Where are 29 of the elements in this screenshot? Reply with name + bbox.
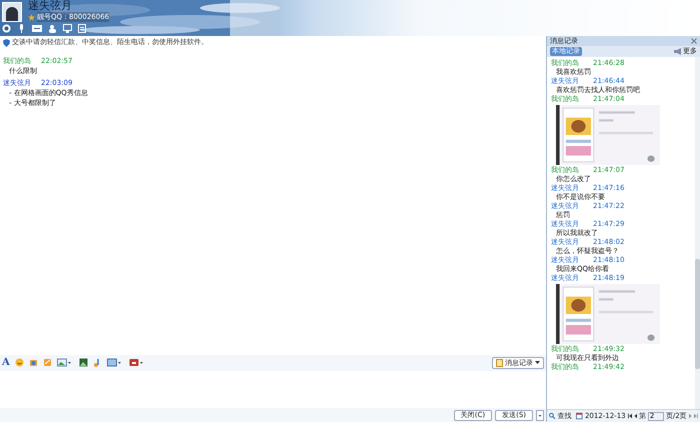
notepad-icon <box>496 358 503 367</box>
calendar-icon[interactable] <box>576 412 583 420</box>
close-icon[interactable] <box>691 38 697 44</box>
microphone-icon[interactable] <box>17 24 26 33</box>
picture-icon[interactable] <box>78 358 88 368</box>
magic-icon[interactable] <box>28 358 38 368</box>
avatar[interactable] <box>2 2 22 22</box>
document-icon[interactable] <box>78 24 86 33</box>
smiley-icon[interactable] <box>14 358 24 368</box>
search-icon[interactable] <box>549 412 556 420</box>
video-icon[interactable] <box>2 24 11 33</box>
font-button[interactable]: A <box>2 358 10 368</box>
shield-icon <box>3 38 10 47</box>
music-icon[interactable] <box>92 358 102 368</box>
dropdown-icon[interactable] <box>536 410 544 421</box>
contact-icon[interactable] <box>48 24 57 33</box>
contact-name: 迷失弦月 <box>28 0 73 12</box>
next-page-icon[interactable] <box>688 413 692 419</box>
caret-icon <box>535 360 540 365</box>
screenshot-icon[interactable] <box>106 358 121 368</box>
previous-page-icon[interactable] <box>634 413 637 419</box>
image-icon[interactable] <box>56 358 71 368</box>
first-page-icon[interactable] <box>628 413 632 419</box>
last-page-icon[interactable] <box>694 413 698 419</box>
screen-icon[interactable] <box>63 24 72 33</box>
toolbox-icon[interactable] <box>128 358 143 368</box>
file-icon[interactable] <box>32 24 42 33</box>
star-icon <box>28 14 35 20</box>
megaphone-icon <box>674 48 682 55</box>
